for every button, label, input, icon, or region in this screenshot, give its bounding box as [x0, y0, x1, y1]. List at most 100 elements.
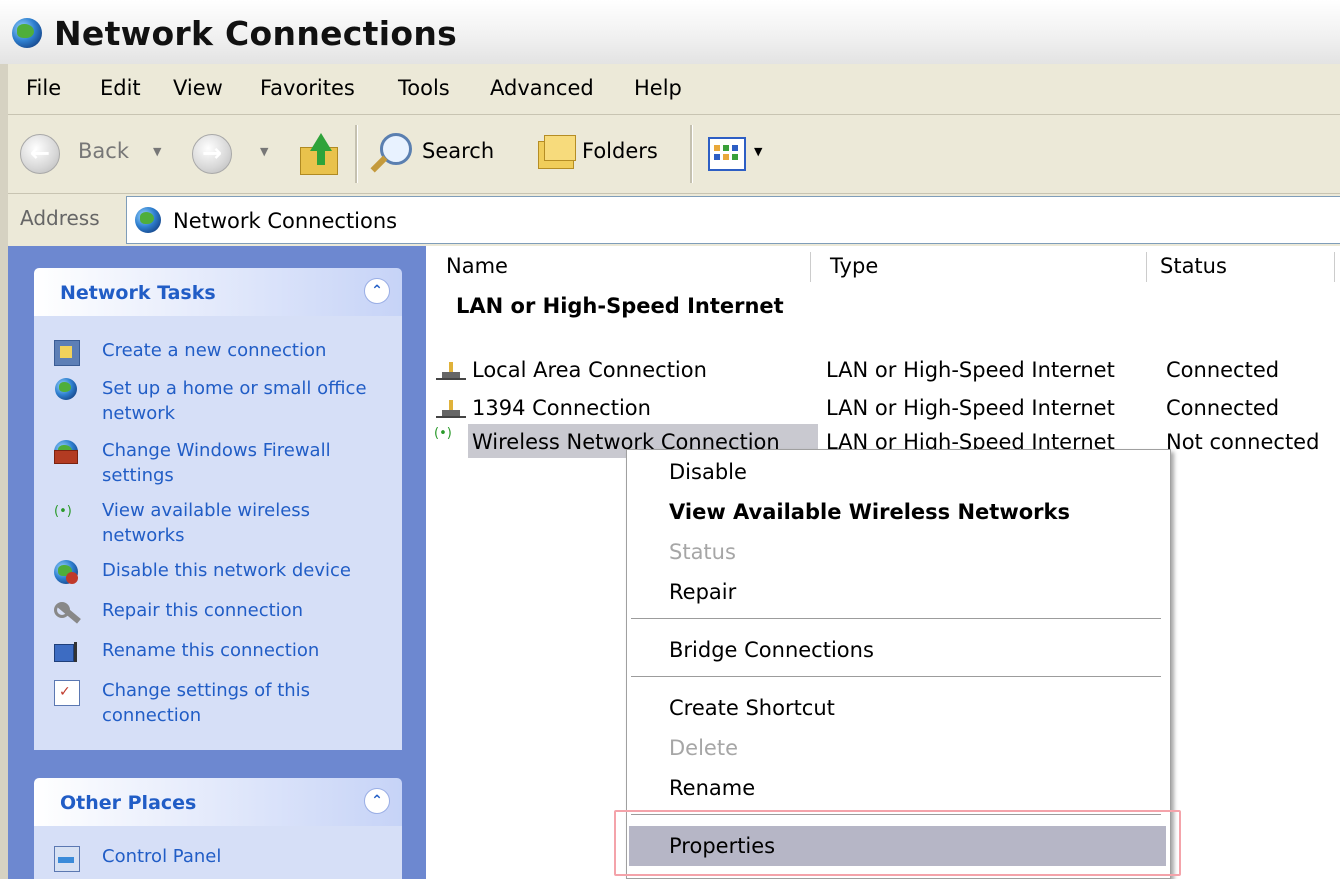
column-divider[interactable]	[810, 252, 811, 282]
network-tasks-title: Network Tasks	[60, 282, 216, 304]
rename-icon	[54, 640, 78, 664]
menu-favorites[interactable]: Favorites	[260, 76, 355, 100]
wireless-icon: (•)	[54, 504, 72, 519]
lan-connection-icon	[436, 396, 466, 420]
column-header-type[interactable]: Type	[830, 254, 878, 278]
task-view-wireless[interactable]: (•) View available wireless networks	[54, 498, 394, 550]
menu-item-label: Create Shortcut	[669, 696, 835, 720]
search-icon[interactable]	[368, 131, 414, 177]
address-label: Address	[20, 206, 100, 230]
address-value: Network Connections	[173, 209, 398, 233]
menu-tools[interactable]: Tools	[398, 76, 450, 100]
new-connection-icon	[54, 340, 80, 366]
properties-highlight-box	[614, 810, 1181, 876]
task-repair-connection[interactable]: Repair this connection	[54, 598, 394, 624]
forward-arrow-icon[interactable]: →	[192, 134, 232, 174]
back-dropdown-icon[interactable]: ▼	[153, 145, 161, 158]
lan-connection-icon	[436, 358, 466, 382]
list-item[interactable]: Local Area Connection LAN or High-Speed …	[434, 352, 1340, 386]
other-places-title: Other Places	[60, 792, 197, 814]
task-label[interactable]: Rename this connection	[102, 638, 394, 663]
network-connections-icon	[12, 18, 42, 48]
collapse-icon[interactable]: ⌃	[364, 788, 390, 814]
connection-status: Connected	[1166, 396, 1280, 420]
connection-status: Connected	[1166, 358, 1280, 382]
network-connections-icon	[135, 207, 161, 233]
menu-view[interactable]: View	[173, 76, 223, 100]
toolbar-separator	[355, 125, 358, 183]
menu-item-label: Repair	[669, 580, 737, 604]
menu-item-label: Status	[669, 540, 736, 564]
menu-item-delete[interactable]: Delete	[629, 728, 1166, 766]
control-panel-icon	[54, 846, 80, 872]
menu-item-label: Delete	[669, 736, 738, 760]
menu-file[interactable]: File	[26, 76, 61, 100]
connection-type: LAN or High-Speed Internet	[826, 358, 1115, 382]
disable-device-icon	[54, 560, 78, 584]
toolbar: ← Back ▼ → ▼ Search Folders ▼	[8, 115, 1340, 194]
column-divider[interactable]	[1146, 252, 1147, 282]
task-label[interactable]: View available wireless networks	[102, 498, 394, 548]
network-tasks-header[interactable]: Network Tasks ⌃	[34, 268, 402, 316]
window-frame-left	[0, 64, 8, 879]
menu-item-bridge-connections[interactable]: Bridge Connections	[629, 630, 1166, 668]
repair-icon	[54, 600, 81, 624]
settings-icon: ✓	[54, 680, 80, 706]
back-button-label[interactable]: Back	[78, 139, 129, 163]
task-firewall-settings[interactable]: Change Windows Firewall settings	[54, 438, 394, 490]
address-bar: Address Network Connections	[8, 194, 1340, 246]
connection-name: 1394 Connection	[472, 396, 651, 420]
views-icon[interactable]	[708, 137, 746, 171]
menu-edit[interactable]: Edit	[100, 76, 141, 100]
views-dropdown-icon[interactable]: ▼	[754, 145, 762, 158]
menu-item-label: Disable	[669, 460, 747, 484]
task-label[interactable]: Repair this connection	[102, 598, 394, 623]
other-places-header[interactable]: Other Places ⌃	[34, 778, 402, 826]
task-home-network[interactable]: Set up a home or small office network	[54, 376, 394, 428]
menu-item-label: Rename	[669, 776, 756, 800]
task-label[interactable]: Set up a home or small office network	[102, 376, 394, 426]
task-label[interactable]: Change settings of this connection	[102, 678, 394, 728]
menu-help[interactable]: Help	[634, 76, 682, 100]
toolbar-separator	[690, 125, 693, 183]
task-label[interactable]: Create a new connection	[102, 338, 394, 363]
group-title: LAN or High-Speed Internet	[456, 294, 784, 318]
task-label[interactable]: Change Windows Firewall settings	[102, 438, 394, 488]
other-places-panel: Control Panel	[34, 826, 402, 879]
task-rename-connection[interactable]: Rename this connection	[54, 638, 394, 664]
column-divider[interactable]	[1334, 252, 1335, 282]
title-bar: Network Connections	[0, 0, 1340, 64]
task-label[interactable]: Disable this network device	[102, 558, 394, 583]
menu-item-view-wireless[interactable]: View Available Wireless Networks	[629, 492, 1166, 530]
address-input[interactable]: Network Connections	[126, 196, 1340, 244]
up-folder-icon[interactable]	[296, 131, 342, 175]
menu-separator	[631, 676, 1161, 677]
network-tasks-panel: Create a new connection Set up a home or…	[34, 316, 402, 750]
menu-item-create-shortcut[interactable]: Create Shortcut	[629, 688, 1166, 726]
menu-advanced[interactable]: Advanced	[490, 76, 594, 100]
place-label[interactable]: Control Panel	[102, 844, 394, 869]
menu-item-disable[interactable]: Disable	[629, 452, 1166, 490]
column-header-status[interactable]: Status	[1160, 254, 1227, 278]
task-create-new-connection[interactable]: Create a new connection	[54, 338, 394, 366]
back-arrow-icon[interactable]: ←	[20, 134, 60, 174]
column-header-name[interactable]: Name	[446, 254, 508, 278]
list-item[interactable]: 1394 Connection LAN or High-Speed Intern…	[434, 390, 1340, 424]
menu-bar: File Edit View Favorites Tools Advanced …	[8, 64, 1340, 115]
connection-name: Local Area Connection	[472, 358, 707, 382]
window-title: Network Connections	[54, 14, 458, 53]
folders-button-label[interactable]: Folders	[582, 139, 658, 163]
search-button-label[interactable]: Search	[422, 139, 494, 163]
menu-item-status[interactable]: Status	[629, 532, 1166, 570]
place-control-panel[interactable]: Control Panel	[54, 844, 394, 872]
folders-icon[interactable]	[534, 133, 576, 171]
task-change-settings[interactable]: ✓ Change settings of this connection	[54, 678, 394, 730]
menu-item-rename[interactable]: Rename	[629, 768, 1166, 806]
collapse-icon[interactable]: ⌃	[364, 278, 390, 304]
menu-separator	[631, 618, 1161, 619]
forward-dropdown-icon[interactable]: ▼	[260, 145, 268, 158]
menu-item-repair[interactable]: Repair	[629, 572, 1166, 610]
connection-type: LAN or High-Speed Internet	[826, 396, 1115, 420]
wireless-icon: (•)	[434, 426, 452, 441]
task-disable-device[interactable]: Disable this network device	[54, 558, 394, 584]
